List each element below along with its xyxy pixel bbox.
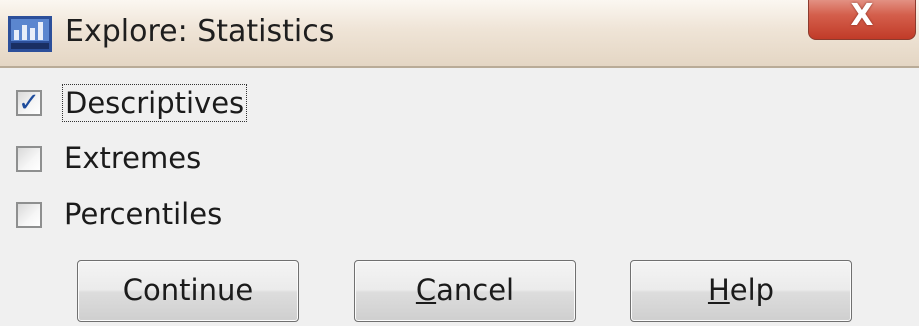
help-label: Help: [708, 272, 774, 308]
checkmark-icon: ✓: [18, 88, 40, 118]
help-button[interactable]: Help: [630, 260, 852, 322]
help-mnemonic: H: [707, 273, 730, 307]
percentiles-label[interactable]: Percentiles: [62, 196, 224, 232]
cancel-mnemonic: C: [415, 273, 437, 307]
cancel-label: Cancel: [416, 272, 514, 308]
cancel-button[interactable]: Cancel: [354, 260, 576, 322]
close-button[interactable]: X: [808, 0, 916, 40]
title-bar[interactable]: Explore: Statistics X: [0, 0, 919, 68]
extremes-checkbox[interactable]: [16, 146, 42, 172]
close-icon: X: [850, 0, 874, 33]
descriptives-label[interactable]: Descriptives: [62, 84, 248, 122]
spss-app-icon: [8, 16, 52, 52]
cancel-label-rest: ancel: [436, 273, 515, 307]
window-title: Explore: Statistics: [65, 14, 335, 49]
percentiles-checkbox[interactable]: [16, 202, 42, 228]
help-label-rest: elp: [729, 273, 775, 307]
extremes-option[interactable]: Extremes: [0, 138, 400, 178]
descriptives-checkbox[interactable]: ✓: [16, 88, 42, 118]
descriptives-option[interactable]: ✓ Descriptives: [0, 82, 400, 122]
extremes-label[interactable]: Extremes: [62, 140, 203, 176]
percentiles-option[interactable]: Percentiles: [0, 194, 400, 234]
continue-label: Continue: [122, 273, 254, 307]
continue-button[interactable]: Continue: [77, 260, 299, 322]
dialog-body: ✓ Descriptives Extremes Percentiles Cont…: [0, 68, 919, 326]
